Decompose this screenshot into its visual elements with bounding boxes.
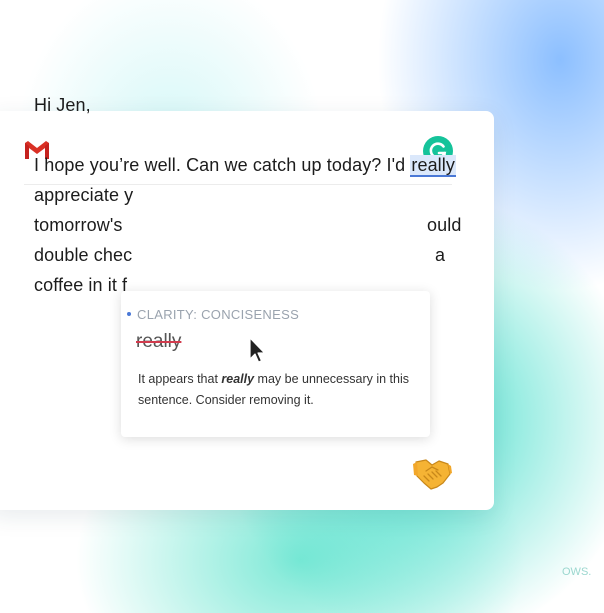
email-line-3: tomorrow's ould: [34, 210, 484, 240]
flagged-word-really[interactable]: really: [410, 155, 456, 177]
email-text: I hope you’re well. Can we catch up toda…: [34, 155, 411, 175]
email-text: appreciate y: [34, 185, 134, 205]
email-line-1: I hope you’re well. Can we catch up toda…: [34, 150, 484, 180]
suggestion-description: It appears that really may be unnecessar…: [138, 372, 410, 407]
email-text: ould: [427, 215, 462, 235]
email-line-4: double chec a: [34, 240, 484, 270]
suggestion-category: CLARITY: CONCISENESS: [137, 307, 300, 322]
category-dot-icon: [127, 312, 131, 316]
email-body[interactable]: Hi Jen, I hope you’re well. Can we catch…: [34, 90, 484, 300]
email-line-2: appreciate y: [34, 180, 484, 210]
email-text: double chec: [34, 245, 133, 265]
email-greeting: Hi Jen,: [34, 95, 91, 115]
email-text: tomorrow's: [34, 215, 123, 235]
handshake-emoji-icon: [413, 459, 452, 490]
mouse-pointer-icon: [249, 337, 266, 363]
watermark-text: OWS.: [562, 566, 592, 578]
suggested-removal-word[interactable]: really: [136, 331, 181, 353]
email-text: a: [435, 245, 446, 265]
email-text: coffee in it f: [34, 275, 128, 295]
desc-emphasis: really: [221, 372, 255, 386]
grammarly-suggestion-card[interactable]: CLARITY: CONCISENESS really It appears t…: [121, 291, 430, 437]
